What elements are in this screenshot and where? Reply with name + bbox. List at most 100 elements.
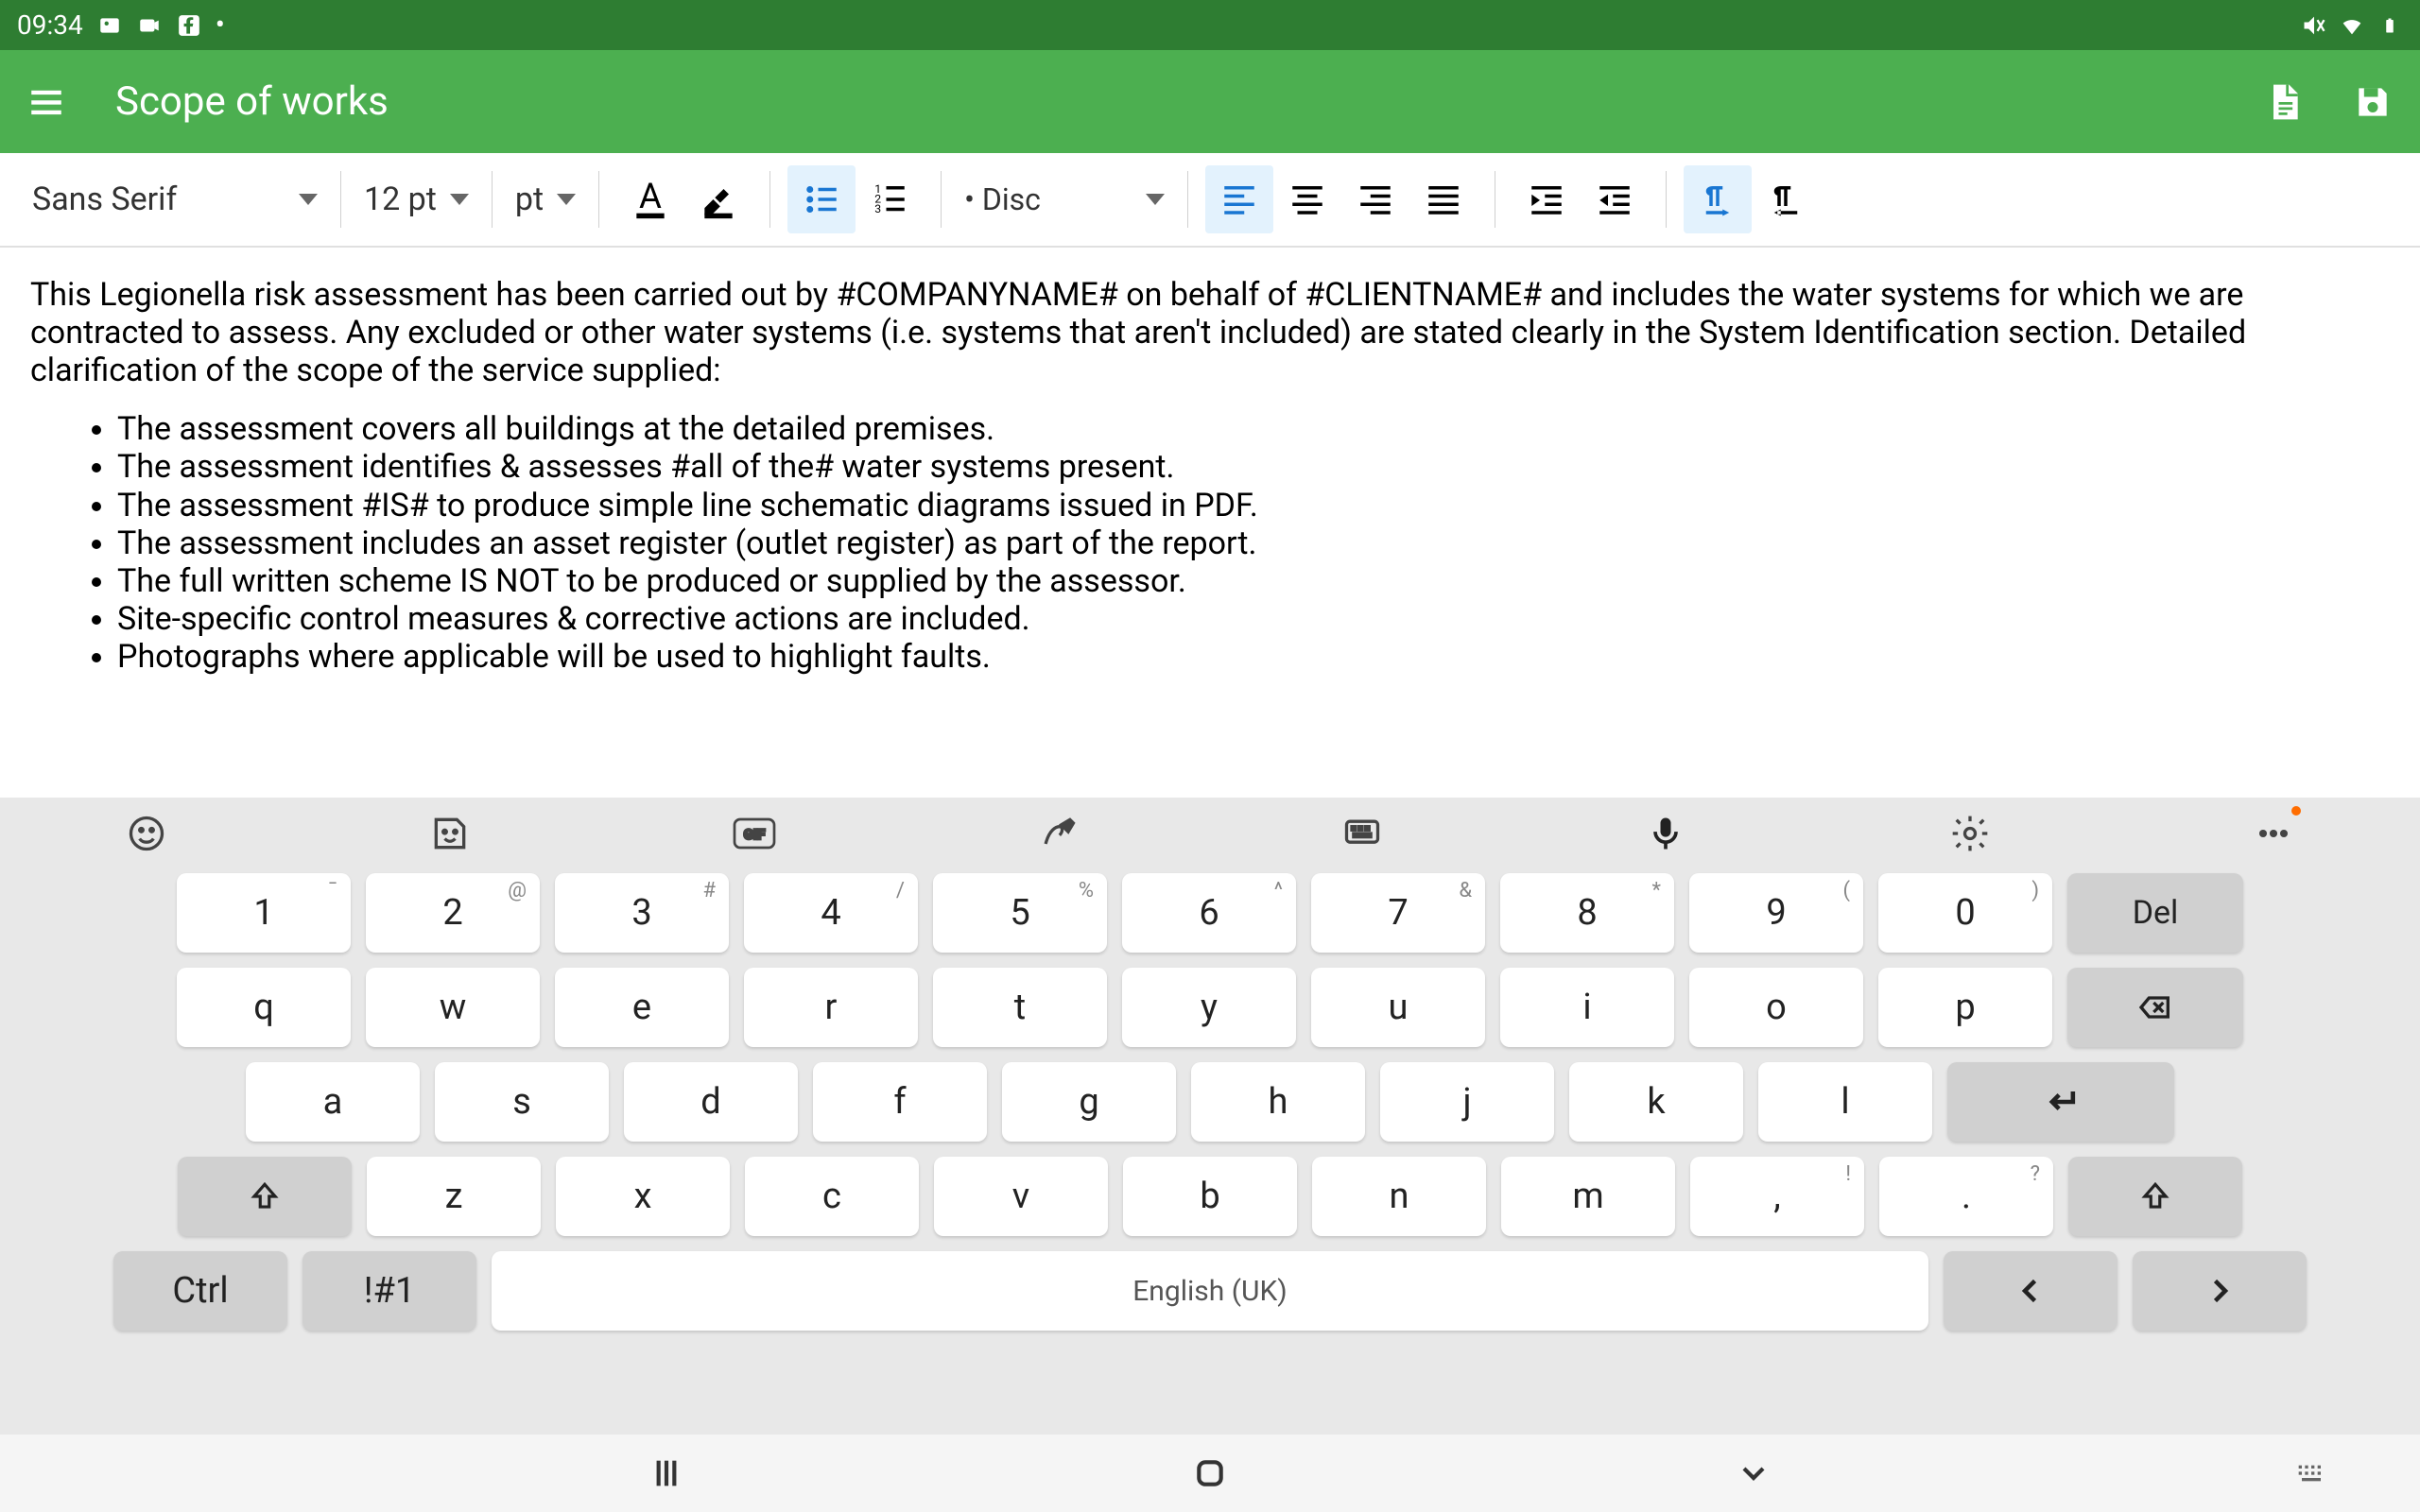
- key-j[interactable]: j: [1380, 1062, 1554, 1142]
- key-7[interactable]: 7&: [1311, 873, 1485, 953]
- document-icon[interactable]: [2263, 81, 2305, 123]
- list-item[interactable]: The assessment covers all buildings at t…: [117, 410, 2390, 448]
- keyboard-switch-icon[interactable]: [1339, 810, 1386, 857]
- numbered-list-button[interactable]: 123: [856, 165, 924, 233]
- font-size-dropdown[interactable]: 12 pt: [341, 180, 492, 218]
- key-r[interactable]: r: [744, 968, 918, 1047]
- list-style-dropdown[interactable]: • Disc: [942, 181, 1187, 217]
- key-v[interactable]: v: [934, 1157, 1108, 1236]
- key-o[interactable]: o: [1689, 968, 1863, 1047]
- wifi-icon: [2339, 12, 2365, 39]
- align-center-button[interactable]: [1273, 165, 1341, 233]
- key-shift-right[interactable]: [2068, 1157, 2242, 1236]
- list-item[interactable]: The assessment includes an asset registe…: [117, 524, 2390, 562]
- back-icon[interactable]: [1730, 1450, 1777, 1497]
- key-q[interactable]: q: [177, 968, 351, 1047]
- indent-increase-button[interactable]: [1512, 165, 1581, 233]
- key-n[interactable]: n: [1312, 1157, 1486, 1236]
- key-backspace[interactable]: [2067, 968, 2243, 1047]
- key-x[interactable]: x: [556, 1157, 730, 1236]
- size-unit-dropdown[interactable]: pt: [493, 180, 598, 218]
- save-icon[interactable]: [2352, 81, 2394, 123]
- rtl-direction-button[interactable]: [1752, 165, 1820, 233]
- facebook-icon: [176, 12, 202, 39]
- key-y[interactable]: y: [1122, 968, 1296, 1047]
- key-l[interactable]: l: [1758, 1062, 1932, 1142]
- key-1[interactable]: 1¯: [177, 873, 351, 953]
- list-item[interactable]: The full written scheme IS NOT to be pro…: [117, 562, 2390, 600]
- key-m[interactable]: m: [1501, 1157, 1675, 1236]
- align-right-button[interactable]: [1341, 165, 1409, 233]
- key-t[interactable]: t: [933, 968, 1107, 1047]
- gif-icon[interactable]: GIF: [731, 810, 778, 857]
- chevron-down-icon: [557, 194, 576, 205]
- key-arrow-left[interactable]: [1944, 1251, 2118, 1331]
- key-d[interactable]: d: [624, 1062, 798, 1142]
- key-delete[interactable]: Del: [2067, 873, 2243, 953]
- key-5[interactable]: 5%: [933, 873, 1107, 953]
- emoji-icon[interactable]: [123, 810, 170, 857]
- navigation-bar: [0, 1435, 2420, 1512]
- svg-text:3: 3: [874, 202, 881, 215]
- highlight-color-button[interactable]: [684, 165, 752, 233]
- keyboard-toolbar: GIF: [0, 798, 2420, 869]
- key-ctrl[interactable]: Ctrl: [113, 1251, 287, 1331]
- home-icon[interactable]: [1186, 1450, 1234, 1497]
- document-paragraph[interactable]: This Legionella risk assessment has been…: [30, 276, 2390, 389]
- key-2[interactable]: 2@: [366, 873, 540, 953]
- key-enter[interactable]: [1947, 1062, 2174, 1142]
- microphone-icon[interactable]: [1642, 810, 1689, 857]
- key-k[interactable]: k: [1569, 1062, 1743, 1142]
- key-b[interactable]: b: [1123, 1157, 1297, 1236]
- align-left-button[interactable]: [1205, 165, 1273, 233]
- key-9[interactable]: 9(: [1689, 873, 1863, 953]
- key-w[interactable]: w: [366, 968, 540, 1047]
- key-a[interactable]: a: [246, 1062, 420, 1142]
- keyboard-hide-icon[interactable]: [2288, 1450, 2335, 1497]
- indent-decrease-button[interactable]: [1581, 165, 1649, 233]
- key-g[interactable]: g: [1002, 1062, 1176, 1142]
- key-shift-left[interactable]: [178, 1157, 352, 1236]
- align-justify-button[interactable]: [1409, 165, 1478, 233]
- list-item[interactable]: Photographs where applicable will be use…: [117, 638, 2390, 676]
- list-item[interactable]: The assessment identifies & assesses #al…: [117, 448, 2390, 486]
- key-e[interactable]: e: [555, 968, 729, 1047]
- key-z[interactable]: z: [367, 1157, 541, 1236]
- key-u[interactable]: u: [1311, 968, 1485, 1047]
- bullet-list-button[interactable]: [787, 165, 856, 233]
- status-time: 09:34: [17, 9, 83, 41]
- key-symbols[interactable]: !#1: [302, 1251, 476, 1331]
- key-p[interactable]: p: [1878, 968, 2052, 1047]
- key-space[interactable]: English (UK): [492, 1251, 1928, 1331]
- document-editor[interactable]: This Legionella risk assessment has been…: [0, 248, 2420, 798]
- sticker-icon[interactable]: [426, 810, 474, 857]
- hamburger-menu-icon[interactable]: [26, 82, 66, 122]
- more-options-icon[interactable]: [2250, 810, 2297, 857]
- key-4[interactable]: 4/: [744, 873, 918, 953]
- text-color-button[interactable]: A: [616, 165, 684, 233]
- recent-apps-icon[interactable]: [643, 1450, 690, 1497]
- list-item[interactable]: The assessment #IS# to produce simple li…: [117, 487, 2390, 524]
- key-0[interactable]: 0): [1878, 873, 2052, 953]
- key-c[interactable]: c: [745, 1157, 919, 1236]
- svg-text:A: A: [639, 179, 662, 216]
- font-family-dropdown[interactable]: Sans Serif: [9, 180, 340, 218]
- key-period[interactable]: .?: [1879, 1157, 2053, 1236]
- key-i[interactable]: i: [1500, 968, 1674, 1047]
- document-bullet-list[interactable]: The assessment covers all buildings at t…: [30, 410, 2390, 676]
- key-comma[interactable]: ,!: [1690, 1157, 1864, 1236]
- key-8[interactable]: 8*: [1500, 873, 1674, 953]
- ltr-direction-button[interactable]: [1684, 165, 1752, 233]
- key-f[interactable]: f: [813, 1062, 987, 1142]
- battery-icon: [2377, 12, 2403, 39]
- key-3[interactable]: 3#: [555, 873, 729, 953]
- key-arrow-right[interactable]: [2133, 1251, 2307, 1331]
- keyboard-row-5: Ctrl !#1 English (UK): [113, 1251, 2307, 1331]
- key-s[interactable]: s: [435, 1062, 609, 1142]
- settings-gear-icon[interactable]: [1946, 810, 1994, 857]
- handwriting-icon[interactable]: [1034, 810, 1081, 857]
- size-unit-label: pt: [515, 180, 544, 218]
- key-6[interactable]: 6^: [1122, 873, 1296, 953]
- list-item[interactable]: Site-specific control measures & correct…: [117, 600, 2390, 638]
- key-h[interactable]: h: [1191, 1062, 1365, 1142]
